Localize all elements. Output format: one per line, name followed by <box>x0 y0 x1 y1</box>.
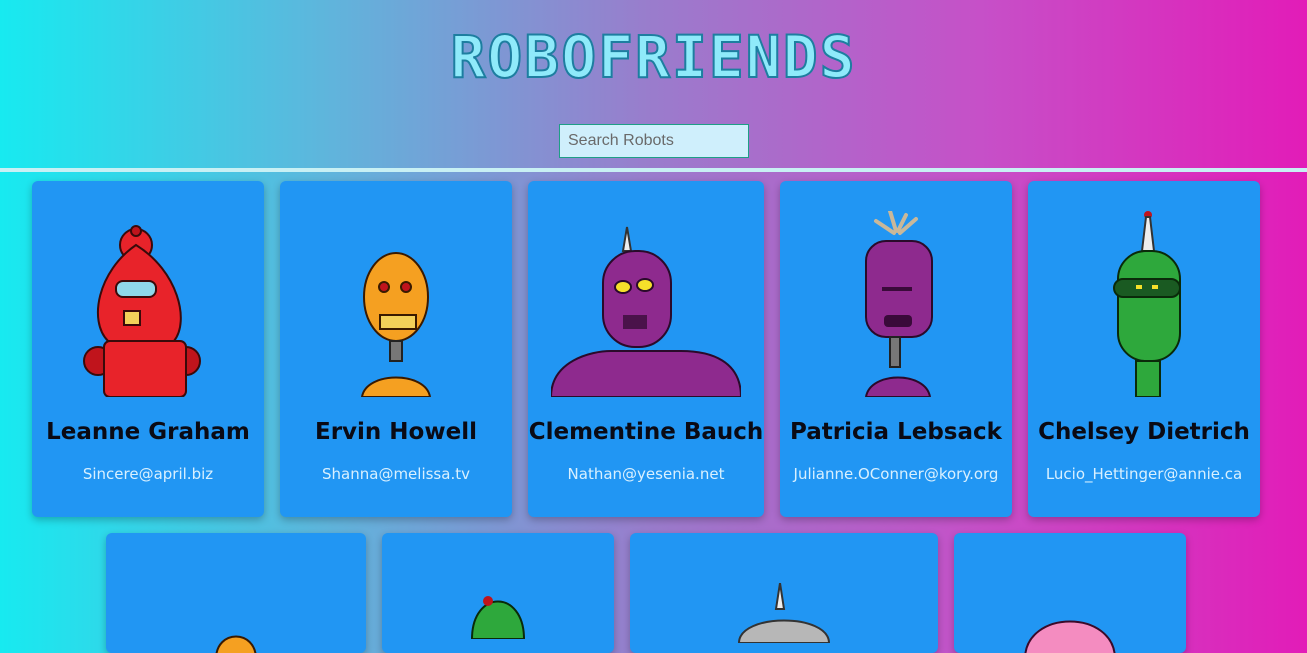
robot-avatar-icon <box>360 252 432 397</box>
robot-card[interactable]: Ervin Howell Shanna@melissa.tv <box>280 181 512 517</box>
robot-card[interactable]: Leanne Graham Sincere@april.biz <box>32 181 264 517</box>
robot-card[interactable] <box>954 533 1186 653</box>
robot-card[interactable] <box>106 533 366 653</box>
robot-email: Nathan@yesenia.net <box>567 465 725 483</box>
search-input[interactable] <box>559 124 749 158</box>
robot-avatar-icon <box>470 596 526 639</box>
robot-avatar-icon <box>864 211 933 397</box>
robot-name: Ervin Howell <box>315 419 477 445</box>
robot-card[interactable] <box>382 533 614 653</box>
robot-name: Clementine Bauch <box>528 419 764 445</box>
robot-name: Patricia Lebsack <box>790 419 1002 445</box>
robot-card[interactable]: Clementine Bauch Nathan@yesenia.net <box>528 181 764 517</box>
robot-name: Leanne Graham <box>46 419 250 445</box>
robot-email: Sincere@april.biz <box>82 465 214 483</box>
header-divider <box>0 168 1307 172</box>
robot-avatar-icon <box>215 635 257 653</box>
robot-name: Chelsey Dietrich <box>1038 419 1250 445</box>
robot-card[interactable]: Patricia Lebsack Julianne.OConner@kory.o… <box>780 181 1012 517</box>
robot-avatar-icon <box>83 225 201 397</box>
robot-avatar-icon <box>1113 211 1181 397</box>
robot-email: Lucio_Hettinger@annie.ca <box>1045 465 1243 483</box>
robot-avatar-icon <box>1024 620 1116 653</box>
robot-card[interactable] <box>630 533 938 653</box>
robot-avatar-icon <box>551 226 741 397</box>
robot-card[interactable]: Chelsey Dietrich Lucio_Hettinger@annie.c… <box>1028 181 1260 517</box>
robot-avatar-icon <box>737 583 831 643</box>
robot-email: Shanna@melissa.tv <box>322 465 470 483</box>
app-title: ROBOFRIENDS <box>449 22 857 92</box>
robot-email: Julianne.OConner@kory.org <box>793 465 999 483</box>
